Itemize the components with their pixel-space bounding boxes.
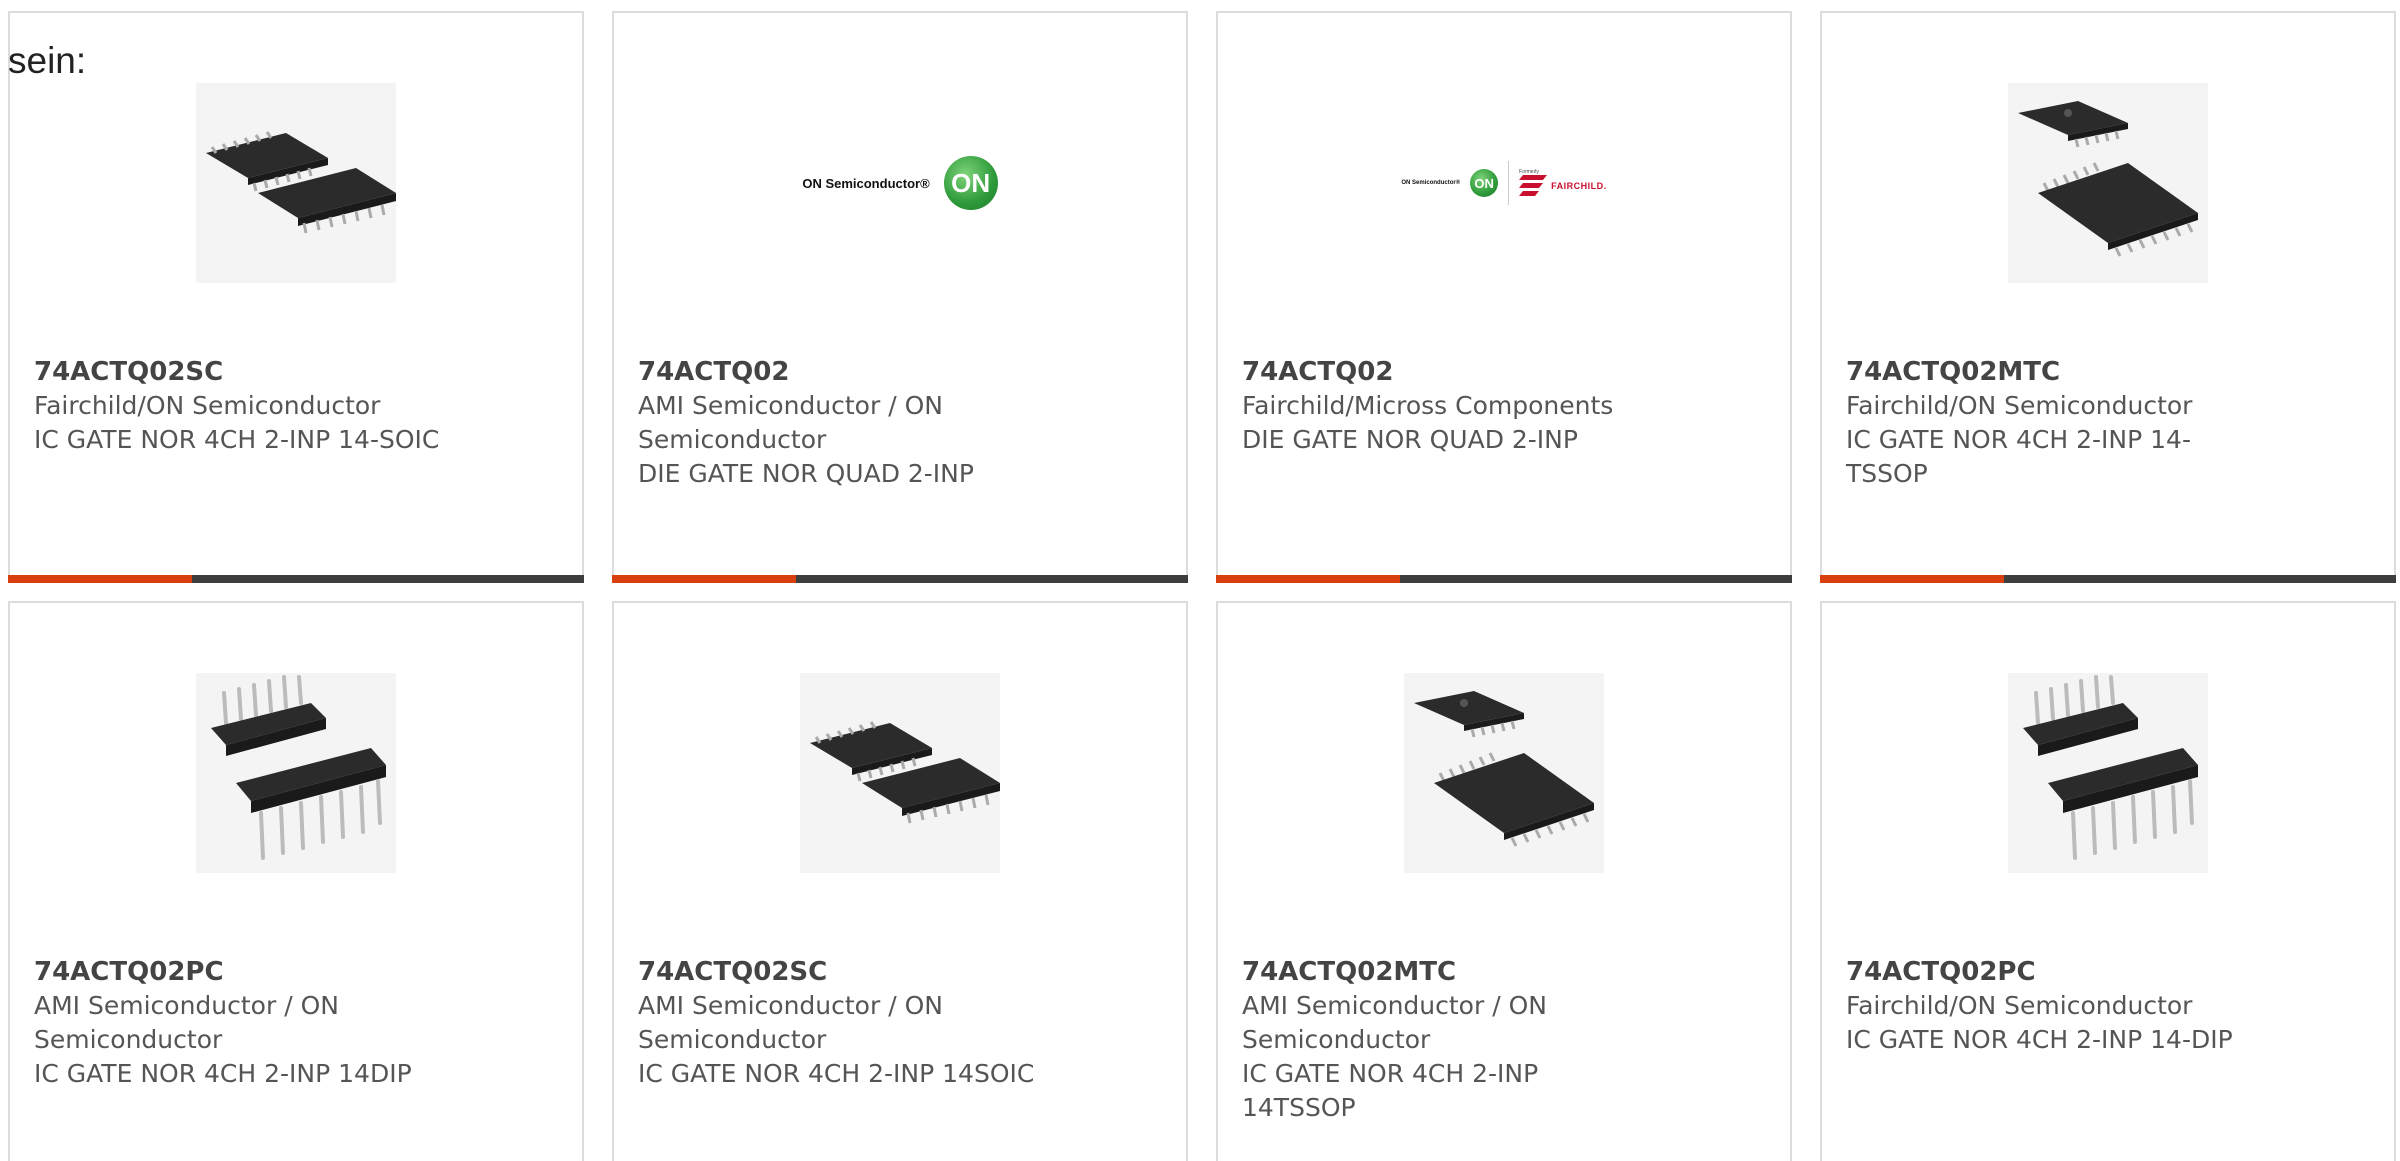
product-card[interactable]: 74ACTQ02SC Fairchild/ON Semiconductor IC… [8, 11, 584, 583]
soic-package-icon [196, 83, 396, 283]
part-number[interactable]: 74ACTQ02 [638, 355, 1162, 389]
description: IC GATE NOR 4CH 2-INP 14-SOIC [34, 425, 440, 454]
product-card[interactable]: 74ACTQ02MTC AMI Semiconductor / ON Semic… [1216, 601, 1792, 1161]
product-info: 74ACTQ02 Fairchild/Micross Components DI… [1242, 355, 1766, 457]
description: IC GATE NOR 4CH 2-INP 14DIP [34, 1059, 412, 1088]
product-grid: 74ACTQ02SC Fairchild/ON Semiconductor IC… [8, 11, 2400, 1161]
part-number[interactable]: 74ACTQ02SC [34, 355, 558, 389]
description: IC GATE NOR 4CH 2-INP 14SOIC [638, 1059, 1035, 1088]
part-number[interactable]: 74ACTQ02SC [638, 955, 1162, 989]
on-badge: ON [1470, 169, 1499, 197]
product-info: 74ACTQ02MTC AMI Semiconductor / ON Semic… [1242, 955, 1766, 1125]
logo-text: ON Semiconductor® [1401, 180, 1461, 186]
description: DIE GATE NOR QUAD 2-INP [638, 459, 974, 488]
part-number[interactable]: 74ACTQ02PC [34, 955, 558, 989]
fairchild-logo: Formerly FAIRCHILD. [1519, 169, 1607, 197]
part-number[interactable]: 74ACTQ02PC [1846, 955, 2370, 989]
on-badge: ON [943, 156, 998, 210]
accent-bar [1216, 575, 1792, 583]
accent-bar [8, 575, 584, 583]
on-semiconductor-logo: ON Semiconductor® ON [780, 83, 1020, 283]
logo-text: ON Semiconductor® [802, 175, 930, 191]
manufacturer: AMI Semiconductor / ON Semiconductor [1242, 991, 1547, 1054]
fairchild-stripes-icon [1519, 175, 1548, 196]
description: IC GATE NOR 4CH 2-INP 14-DIP [1846, 1025, 2233, 1054]
product-card[interactable]: 74ACTQ02SC AMI Semiconductor / ON Semico… [612, 601, 1188, 1161]
accent-bar [1820, 575, 2396, 583]
product-card[interactable]: 74ACTQ02PC AMI Semiconductor / ON Semico… [8, 601, 584, 1161]
dip-package-icon [196, 673, 396, 873]
description: DIE GATE NOR QUAD 2-INP [1242, 425, 1578, 454]
product-card[interactable]: 74ACTQ02PC Fairchild/ON Semiconductor IC… [1820, 601, 2396, 1161]
on-fairchild-logo: ON Semiconductor® ON Formerly FAIRCHILD. [1384, 83, 1624, 283]
tssop-package-icon [2008, 83, 2208, 283]
product-card[interactable]: ON Semiconductor® ON 74ACTQ02 AMI Semico… [612, 11, 1188, 583]
product-info: 74ACTQ02MTC Fairchild/ON Semiconductor I… [1846, 355, 2370, 491]
part-number[interactable]: 74ACTQ02MTC [1846, 355, 2370, 389]
soic-package-icon [800, 673, 1000, 873]
dip-package-icon [2008, 673, 2208, 873]
description: IC GATE NOR 4CH 2-INP 14TSSOP [1242, 1059, 1539, 1122]
product-grid-page: sein: 74ACTQ02SC Fairchild/ON Semiconduc… [0, 0, 2400, 1161]
accent-bar [612, 575, 1188, 583]
product-info: 74ACTQ02SC Fairchild/ON Semiconductor IC… [34, 355, 558, 457]
product-info: 74ACTQ02PC AMI Semiconductor / ON Semico… [34, 955, 558, 1091]
manufacturer: AMI Semiconductor / ON Semiconductor [638, 991, 943, 1054]
intro-text: sein: [8, 40, 87, 81]
part-number[interactable]: 74ACTQ02MTC [1242, 955, 1766, 989]
product-info: 74ACTQ02SC AMI Semiconductor / ON Semico… [638, 955, 1162, 1091]
manufacturer: AMI Semiconductor / ON Semiconductor [638, 391, 943, 454]
manufacturer: AMI Semiconductor / ON Semiconductor [34, 991, 339, 1054]
product-card[interactable]: ON Semiconductor® ON Formerly FAIRCHILD. [1216, 11, 1792, 583]
product-info: 74ACTQ02 AMI Semiconductor / ON Semicond… [638, 355, 1162, 491]
manufacturer: Fairchild/Micross Components [1242, 391, 1614, 420]
manufacturer: Fairchild/ON Semiconductor [1846, 991, 2193, 1020]
product-info: 74ACTQ02PC Fairchild/ON Semiconductor IC… [1846, 955, 2370, 1057]
product-card[interactable]: 74ACTQ02MTC Fairchild/ON Semiconductor I… [1820, 11, 2396, 583]
manufacturer: Fairchild/ON Semiconductor [1846, 391, 2193, 420]
tssop-package-icon [1404, 673, 1604, 873]
description: IC GATE NOR 4CH 2-INP 14-TSSOP [1846, 425, 2191, 488]
manufacturer: Fairchild/ON Semiconductor [34, 391, 381, 420]
part-number[interactable]: 74ACTQ02 [1242, 355, 1766, 389]
